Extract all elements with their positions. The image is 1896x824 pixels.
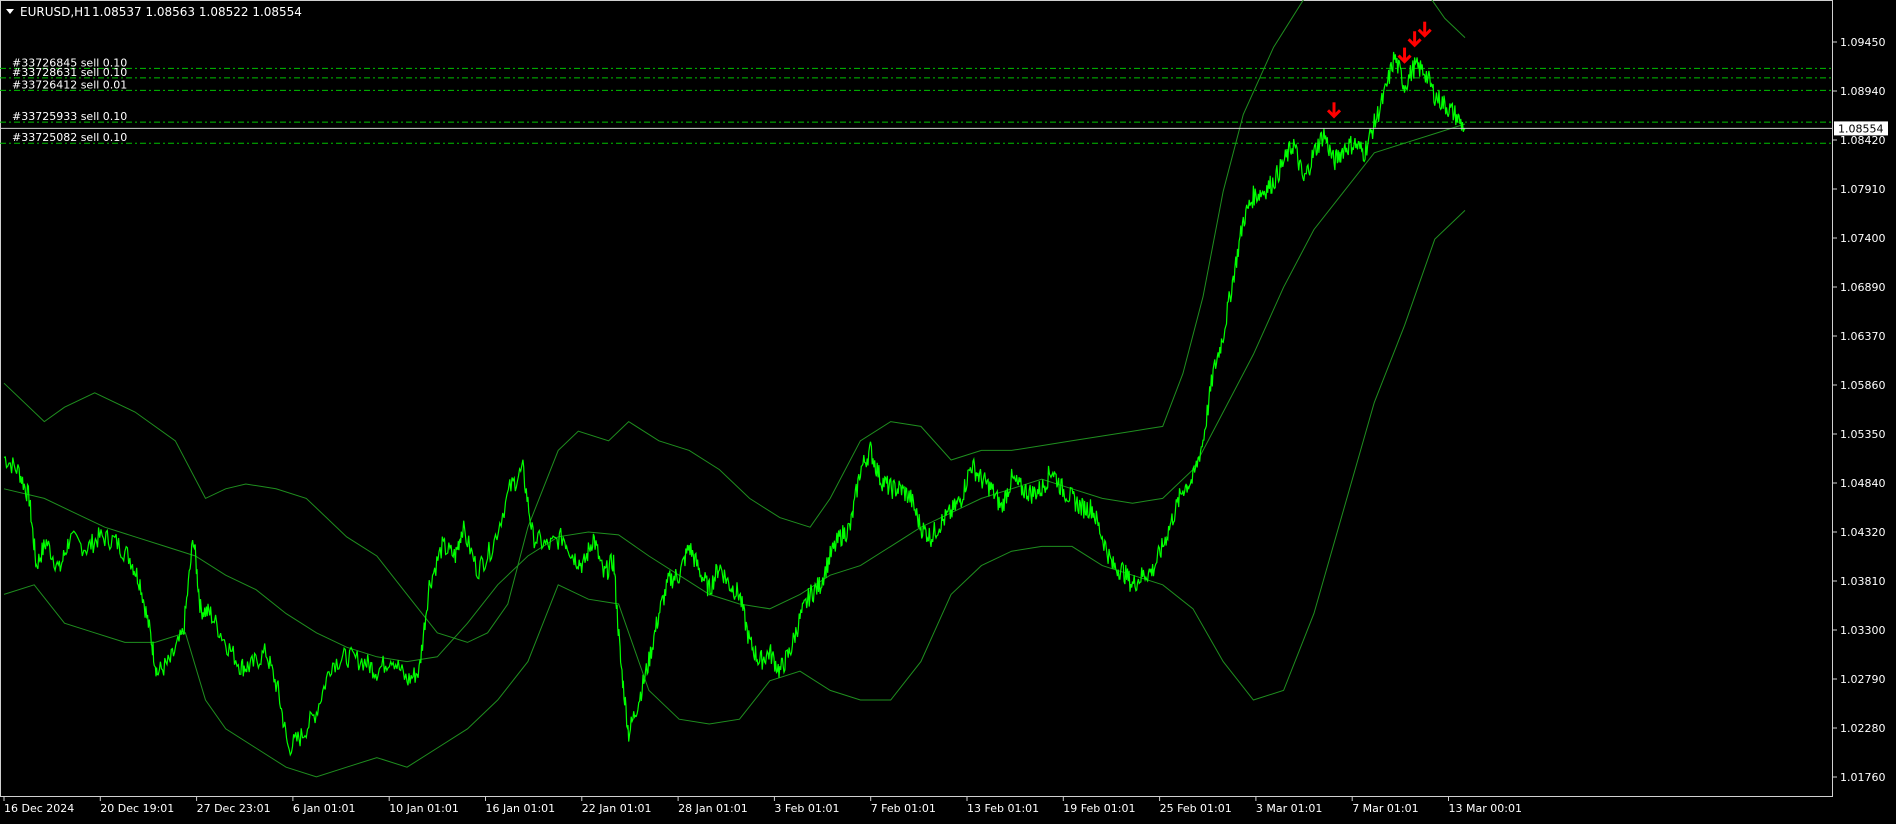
price-tick-label: 1.07910 [1840, 183, 1886, 196]
time-tick-label: 6 Jan 01:01 [293, 802, 356, 815]
chart-header: EURUSD,H1 1.08537 1.08563 1.08522 1.0855… [6, 5, 302, 19]
trading-chart[interactable]: #33726845 sell 0.10 #33728631 sell 0.10 #3… [0, 0, 1896, 820]
price-tick-label: 1.01760 [1840, 771, 1886, 784]
time-tick-label: 22 Jan 01:01 [582, 802, 652, 815]
time-tick-label: 27 Dec 23:01 [197, 802, 271, 815]
time-tick-label: 3 Feb 01:01 [774, 802, 839, 815]
time-tick-label: 13 Mar 00:01 [1449, 802, 1522, 815]
price-tick-label: 1.02790 [1840, 673, 1886, 686]
price-tick-label: 1.03810 [1840, 575, 1886, 588]
time-tick-label: 16 Jan 01:01 [486, 802, 556, 815]
time-tick-label: 20 Dec 19:01 [100, 802, 174, 815]
time-tick-label: 19 Feb 01:01 [1063, 802, 1135, 815]
price-tick-label: 1.04320 [1840, 526, 1886, 539]
price-tick-label: 1.06890 [1840, 281, 1886, 294]
time-tick-label: 13 Feb 01:01 [967, 802, 1039, 815]
price-tick-label: 1.05860 [1840, 379, 1886, 392]
time-tick-label: 7 Mar 01:01 [1352, 802, 1418, 815]
time-tick-label: 3 Mar 01:01 [1256, 802, 1322, 815]
price-tick-label: 1.06370 [1840, 330, 1886, 343]
price-tick-label: 1.07400 [1840, 232, 1886, 245]
price-tick-label: 1.09450 [1840, 36, 1886, 49]
ohlc-values: 1.08537 1.08563 1.08522 1.08554 [92, 5, 302, 19]
price-tick-label: 1.03300 [1840, 624, 1886, 637]
order-label: #33725933 sell 0.10 [12, 110, 127, 123]
price-tick-label: 1.05350 [1840, 428, 1886, 441]
time-axis[interactable]: 16 Dec 2024 20 Dec 19:01 27 Dec 23:01 6 Jan… [3, 796, 1522, 815]
time-tick-label: 16 Dec 2024 [4, 802, 74, 815]
price-tick-label: 1.02280 [1840, 722, 1886, 735]
price-tick-label: 1.04840 [1840, 477, 1886, 490]
order-label: #33728631 sell 0.10 [12, 66, 127, 79]
price-tick-label: 1.08420 [1840, 134, 1886, 147]
current-price-label: 1.08554 [1838, 122, 1884, 135]
plot-area[interactable] [0, 0, 1833, 797]
order-label: #33726412 sell 0.01 [12, 78, 127, 91]
price-tick-label: 1.08940 [1840, 85, 1886, 98]
current-price-tag: 1.08554 [1834, 121, 1888, 136]
time-tick-label: 25 Feb 01:01 [1160, 802, 1232, 815]
time-tick-label: 10 Jan 01:01 [389, 802, 459, 815]
order-label: #33725082 sell 0.10 [12, 131, 127, 144]
symbol-label: EURUSD,H1 [20, 5, 91, 19]
price-axis[interactable]: 1.09450 1.08940 1.08420 1.07910 1.07400 1.068… [1832, 36, 1886, 784]
time-tick-label: 7 Feb 01:01 [871, 802, 936, 815]
time-tick-label: 28 Jan 01:01 [678, 802, 748, 815]
